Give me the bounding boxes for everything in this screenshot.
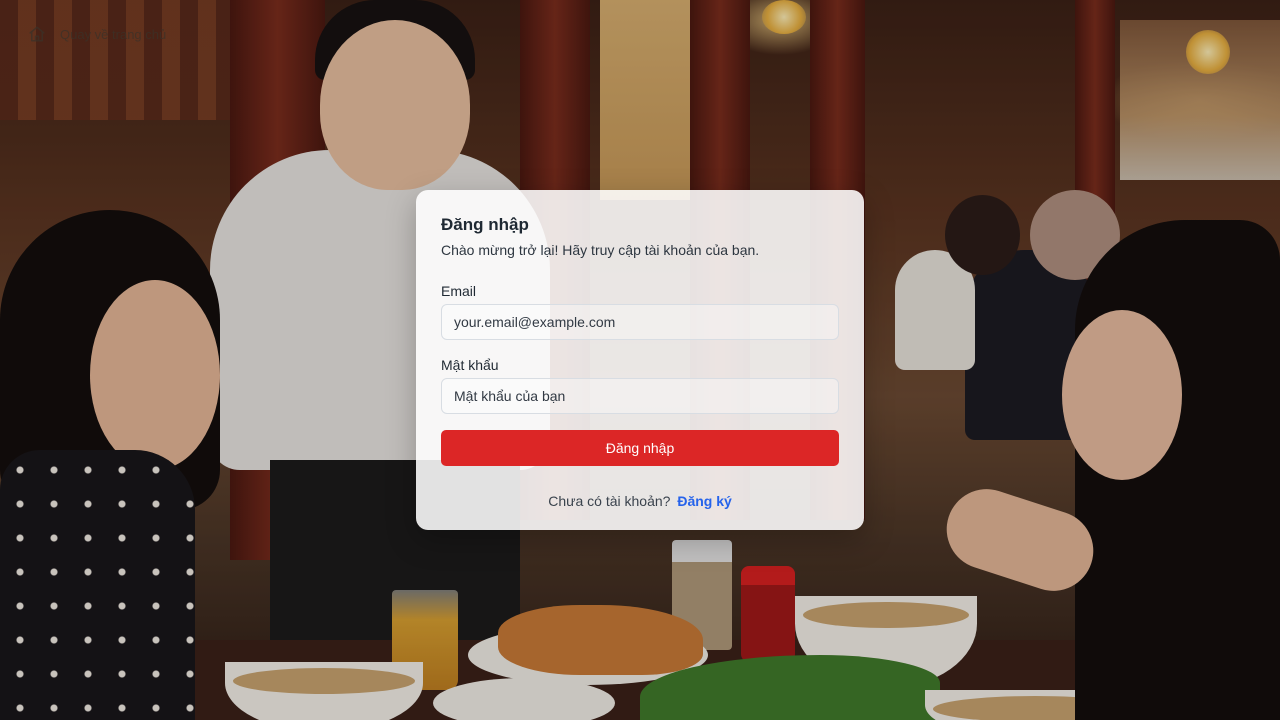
login-title: Đăng nhập bbox=[441, 215, 529, 234]
no-account-text: Chưa có tài khoản? bbox=[548, 493, 671, 509]
home-icon bbox=[28, 25, 46, 43]
back-to-home-label: Quay về trang chủ bbox=[60, 26, 167, 42]
password-label: Mật khẩu bbox=[441, 357, 499, 373]
email-label: Email bbox=[441, 283, 477, 299]
password-field[interactable] bbox=[441, 378, 839, 414]
back-to-home-link[interactable]: Quay về trang chủ bbox=[28, 25, 166, 43]
signup-link[interactable]: Đăng ký bbox=[677, 493, 731, 509]
login-subtitle: Chào mừng trở lại! Hãy truy cập tài khoả… bbox=[441, 242, 760, 258]
signup-prompt: Chưa có tài khoản? Đăng ký bbox=[441, 493, 839, 509]
email-field[interactable] bbox=[441, 304, 839, 340]
login-button[interactable]: Đăng nhập bbox=[441, 430, 839, 466]
login-card: Đăng nhập Chào mừng trở lại! Hãy truy cậ… bbox=[416, 190, 864, 530]
